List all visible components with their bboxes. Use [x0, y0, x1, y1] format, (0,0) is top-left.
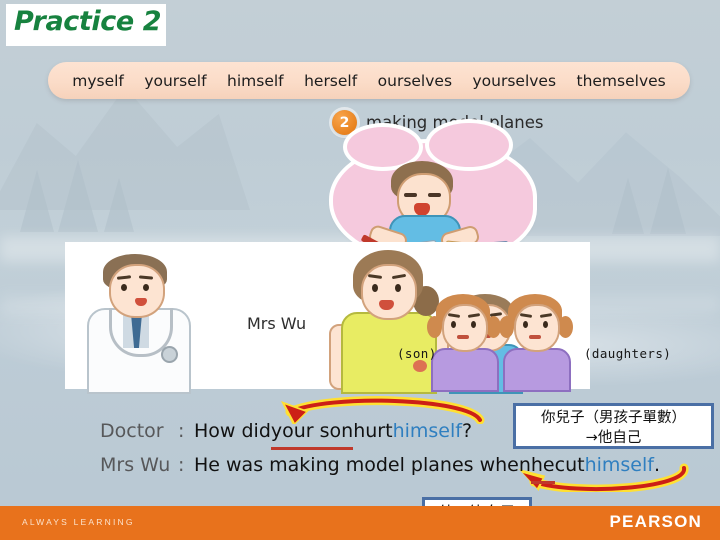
injury-mark-icon — [413, 360, 427, 372]
word-bank: myself yourself himself herself ourselve… — [48, 62, 690, 99]
speaker-colon: : — [178, 454, 185, 476]
daughter-mouth-icon — [529, 335, 541, 339]
annotation-arrow-icon: → — [585, 430, 598, 446]
mother-eye-icon — [395, 284, 401, 292]
doctor-eye-icon — [143, 284, 149, 291]
sentence-antecedent: he — [530, 450, 555, 484]
sentence-post: . — [653, 454, 661, 476]
sentence-antecedent: your son — [270, 416, 354, 450]
sentence-pre: How did — [194, 420, 271, 442]
sentence-pre: He was making model planes when — [194, 454, 531, 476]
page-title: Practice 2 — [14, 6, 162, 37]
annotation-line-1: 你兒子（男孩子單數） — [541, 410, 686, 426]
caption-daughters: (daughters) — [584, 346, 672, 361]
daughter-face-icon — [442, 304, 488, 352]
word-bank-item[interactable]: herself — [304, 72, 357, 90]
word-bank-item[interactable]: themselves — [577, 72, 666, 90]
stethoscope-chestpiece-icon — [161, 346, 178, 363]
slide-canvas: Practice 2 myself yourself himself herse… — [0, 0, 720, 540]
footer-brand-logo: PEARSON — [609, 512, 702, 531]
sentence-mid: cut — [554, 454, 585, 476]
speaker-name: Doctor — [100, 420, 164, 442]
annotation-line-2: →他自己 — [516, 428, 711, 448]
daughter-mouth-icon — [457, 335, 469, 339]
bubble-boy-eye-icon — [428, 193, 441, 197]
annotation-line-2-text: 他自己 — [597, 430, 642, 446]
word-bank-item[interactable]: ourselves — [378, 72, 452, 90]
sentence-post: ? — [461, 420, 473, 442]
daughter-eye-icon — [451, 321, 456, 328]
footer-tagline: ALWAYS LEARNING — [22, 517, 135, 527]
dialogue-line: Mrs Wu : He was making model planes when… — [100, 450, 700, 484]
sentence-reflexive: himself — [584, 454, 654, 476]
doctor-face-icon — [109, 264, 165, 318]
daughter-shirt — [431, 348, 499, 392]
speaker-name: Mrs Wu — [100, 454, 171, 476]
annotation-box-son: 你兒子（男孩子單數） →他自己 — [513, 403, 714, 449]
illustration-panel: Mrs Wu — [65, 242, 590, 394]
word-bank-item[interactable]: yourselves — [472, 72, 556, 90]
sentence-reflexive: himself — [392, 420, 462, 442]
mother-eye-icon — [372, 284, 378, 292]
word-bank-item[interactable]: myself — [72, 72, 124, 90]
daughter-eye-icon — [471, 321, 476, 328]
word-bank-item[interactable]: himself — [227, 72, 284, 90]
daughter-shirt — [503, 348, 571, 392]
speaker-colon: : — [178, 420, 185, 442]
daughter-face-icon — [514, 304, 560, 352]
mrs-wu-label: Mrs Wu — [247, 314, 307, 333]
daughter-eye-icon — [543, 321, 548, 328]
sentence-mid: hurt — [353, 420, 393, 442]
doctor-eye-icon — [121, 284, 127, 291]
mother-face-icon — [361, 264, 417, 320]
bubble-boy-eye-icon — [404, 193, 417, 197]
daughter-eye-icon — [523, 321, 528, 328]
caption-son: (son) — [397, 346, 437, 361]
word-bank-item[interactable]: yourself — [144, 72, 206, 90]
item-number-badge: 2 — [332, 110, 357, 135]
